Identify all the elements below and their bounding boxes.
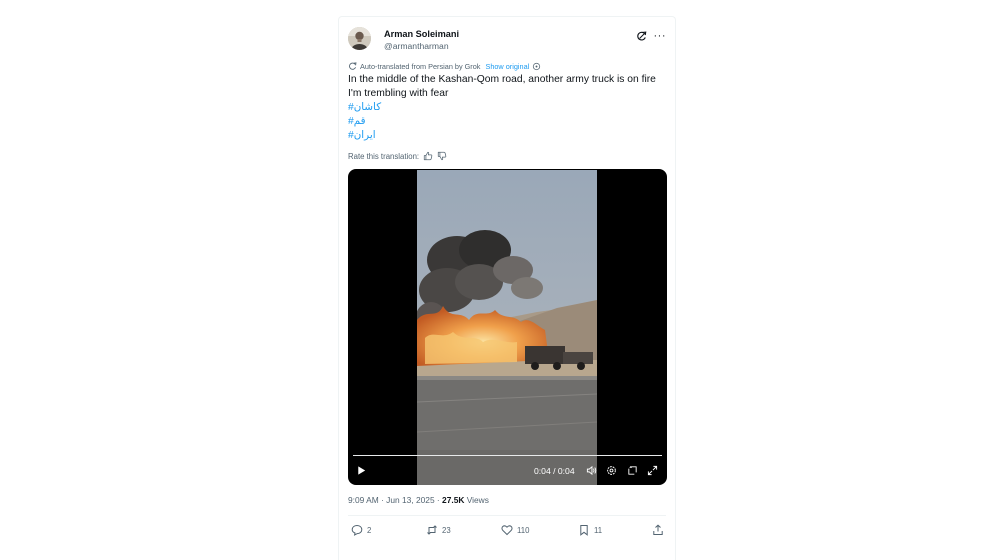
- tweet-text: In the middle of the Kashan-Qom road, an…: [348, 73, 668, 143]
- bookmark-count: 11: [594, 525, 603, 535]
- action-bar: 2 23 110 11: [339, 523, 675, 537]
- settings-icon[interactable]: [606, 465, 617, 476]
- repost-count: 23: [442, 525, 451, 535]
- video-controls: 0:04 / 0:04: [348, 463, 667, 479]
- hashtag-link[interactable]: #ایران: [348, 129, 668, 143]
- tweet-meta: 9:09 AM · Jun 13, 2025 · 27.5K Views: [348, 495, 489, 505]
- avatar[interactable]: [348, 27, 371, 50]
- grok-icon: [349, 61, 357, 70]
- reply-count: 2: [367, 525, 372, 535]
- views-count: 27.5K: [442, 495, 465, 505]
- like-button[interactable]: 110: [501, 523, 529, 537]
- rate-translation: Rate this translation:: [348, 150, 447, 162]
- fullscreen-icon[interactable]: [647, 465, 658, 476]
- bookmark-button[interactable]: 11: [578, 523, 602, 537]
- heart-icon: [501, 525, 513, 536]
- tweet-text-line: In the middle of the Kashan-Qom road, an…: [348, 74, 656, 85]
- repost-button[interactable]: 23: [426, 523, 451, 537]
- hashtag-link[interactable]: #کاشان: [348, 101, 668, 115]
- video-progress-bar[interactable]: [353, 455, 662, 456]
- rate-translation-label: Rate this translation:: [348, 151, 420, 161]
- share-button[interactable]: [652, 523, 664, 537]
- tweet-text-line: I'm trembling with fear: [348, 88, 449, 99]
- reply-icon: [351, 524, 363, 536]
- video-frame: [417, 170, 597, 485]
- author-handle[interactable]: @armantharman: [384, 41, 449, 51]
- share-icon: [653, 524, 663, 535]
- thumbs-down-icon[interactable]: [437, 151, 447, 161]
- tweet-header: Arman Soleimani @armantharman ···: [348, 27, 666, 53]
- play-icon[interactable]: [356, 465, 367, 476]
- video-time: 0:04 / 0:04: [534, 466, 575, 476]
- info-icon[interactable]: [532, 62, 541, 71]
- author-name[interactable]: Arman Soleimani: [384, 29, 459, 39]
- tweet-timestamp[interactable]: 9:09 AM · Jun 13, 2025 ·: [348, 495, 442, 505]
- like-count: 110: [517, 525, 530, 535]
- translation-note-text: Auto-translated from Persian by Grok: [360, 61, 481, 71]
- bookmark-icon: [580, 525, 588, 536]
- video-player[interactable]: 0:04 / 0:04: [348, 169, 667, 485]
- hashtag-link[interactable]: #قم: [348, 115, 668, 129]
- loop-icon[interactable]: [627, 465, 638, 476]
- reply-button[interactable]: 2: [351, 523, 371, 537]
- tweet-card: Arman Soleimani @armantharman ··· Auto-t…: [338, 16, 676, 560]
- more-options-icon[interactable]: ···: [654, 31, 667, 42]
- repost-icon: [427, 525, 437, 535]
- grok-icon[interactable]: [636, 30, 647, 42]
- translation-note: Auto-translated from Persian by Grok Sho…: [348, 60, 541, 72]
- thumbs-up-icon[interactable]: [423, 151, 433, 161]
- views-label: Views: [464, 495, 489, 505]
- show-original-link[interactable]: Show original: [485, 62, 529, 71]
- volume-icon[interactable]: [586, 465, 597, 476]
- divider: [348, 515, 666, 516]
